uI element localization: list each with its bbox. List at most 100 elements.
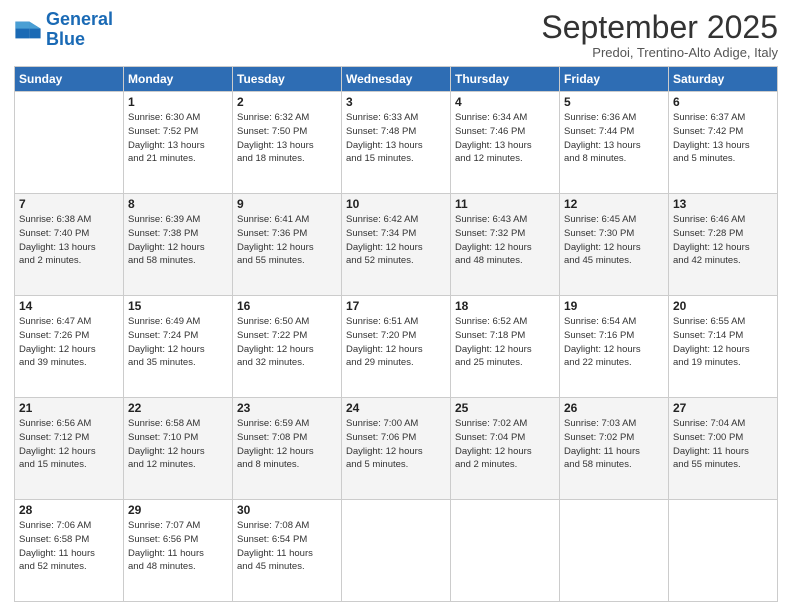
- location: Predoi, Trentino-Alto Adige, Italy: [541, 45, 778, 60]
- calendar-cell-w5-d5: [451, 500, 560, 602]
- header-wednesday: Wednesday: [342, 67, 451, 92]
- day-info-line: Sunrise: 6:42 AM: [346, 213, 446, 227]
- calendar-cell-w1-d1: [15, 92, 124, 194]
- day-info: Sunrise: 6:37 AMSunset: 7:42 PMDaylight:…: [673, 111, 773, 166]
- week-row-4: 21Sunrise: 6:56 AMSunset: 7:12 PMDayligh…: [15, 398, 778, 500]
- day-info: Sunrise: 6:43 AMSunset: 7:32 PMDaylight:…: [455, 213, 555, 268]
- day-number: 2: [237, 95, 337, 109]
- calendar-cell-w5-d6: [560, 500, 669, 602]
- day-info-line: and 12 minutes.: [455, 152, 555, 166]
- day-info-line: Daylight: 12 hours: [673, 343, 773, 357]
- day-info: Sunrise: 6:39 AMSunset: 7:38 PMDaylight:…: [128, 213, 228, 268]
- day-info-line: and 48 minutes.: [128, 560, 228, 574]
- logo-text: General Blue: [46, 10, 113, 50]
- day-info-line: Sunset: 7:10 PM: [128, 431, 228, 445]
- calendar-cell-w3-d5: 18Sunrise: 6:52 AMSunset: 7:18 PMDayligh…: [451, 296, 560, 398]
- calendar-cell-w5-d3: 30Sunrise: 7:08 AMSunset: 6:54 PMDayligh…: [233, 500, 342, 602]
- logo-general: General: [46, 9, 113, 29]
- day-info-line: and 19 minutes.: [673, 356, 773, 370]
- calendar-cell-w1-d2: 1Sunrise: 6:30 AMSunset: 7:52 PMDaylight…: [124, 92, 233, 194]
- day-info: Sunrise: 6:38 AMSunset: 7:40 PMDaylight:…: [19, 213, 119, 268]
- day-info-line: Sunset: 7:08 PM: [237, 431, 337, 445]
- day-info-line: and 35 minutes.: [128, 356, 228, 370]
- page: General Blue September 2025 Predoi, Tren…: [0, 0, 792, 612]
- calendar-cell-w5-d4: [342, 500, 451, 602]
- day-info: Sunrise: 6:54 AMSunset: 7:16 PMDaylight:…: [564, 315, 664, 370]
- day-number: 29: [128, 503, 228, 517]
- calendar-cell-w4-d3: 23Sunrise: 6:59 AMSunset: 7:08 PMDayligh…: [233, 398, 342, 500]
- logo-blue: Blue: [46, 29, 85, 49]
- day-info-line: Sunrise: 7:07 AM: [128, 519, 228, 533]
- day-info-line: Sunset: 7:52 PM: [128, 125, 228, 139]
- day-info-line: Sunrise: 6:37 AM: [673, 111, 773, 125]
- day-info: Sunrise: 6:41 AMSunset: 7:36 PMDaylight:…: [237, 213, 337, 268]
- day-info-line: Sunrise: 7:03 AM: [564, 417, 664, 431]
- day-info-line: and 8 minutes.: [237, 458, 337, 472]
- day-info-line: Daylight: 12 hours: [19, 343, 119, 357]
- day-info: Sunrise: 7:02 AMSunset: 7:04 PMDaylight:…: [455, 417, 555, 472]
- day-info-line: Sunrise: 6:34 AM: [455, 111, 555, 125]
- day-info-line: Daylight: 12 hours: [237, 343, 337, 357]
- calendar-cell-w4-d6: 26Sunrise: 7:03 AMSunset: 7:02 PMDayligh…: [560, 398, 669, 500]
- day-info-line: Sunset: 7:50 PM: [237, 125, 337, 139]
- day-info-line: Sunrise: 6:56 AM: [19, 417, 119, 431]
- day-info-line: and 52 minutes.: [19, 560, 119, 574]
- calendar-cell-w5-d1: 28Sunrise: 7:06 AMSunset: 6:58 PMDayligh…: [15, 500, 124, 602]
- day-info: Sunrise: 6:32 AMSunset: 7:50 PMDaylight:…: [237, 111, 337, 166]
- day-info-line: and 45 minutes.: [564, 254, 664, 268]
- day-info: Sunrise: 6:45 AMSunset: 7:30 PMDaylight:…: [564, 213, 664, 268]
- day-info-line: Daylight: 11 hours: [564, 445, 664, 459]
- day-info-line: Sunset: 7:18 PM: [455, 329, 555, 343]
- day-info-line: Daylight: 12 hours: [346, 445, 446, 459]
- day-info-line: Sunset: 7:34 PM: [346, 227, 446, 241]
- day-info: Sunrise: 6:49 AMSunset: 7:24 PMDaylight:…: [128, 315, 228, 370]
- day-info-line: Sunset: 7:48 PM: [346, 125, 446, 139]
- day-info: Sunrise: 6:51 AMSunset: 7:20 PMDaylight:…: [346, 315, 446, 370]
- day-info-line: Daylight: 12 hours: [237, 445, 337, 459]
- days-header-row: Sunday Monday Tuesday Wednesday Thursday…: [15, 67, 778, 92]
- day-number: 30: [237, 503, 337, 517]
- day-number: 5: [564, 95, 664, 109]
- header-tuesday: Tuesday: [233, 67, 342, 92]
- day-info-line: Daylight: 13 hours: [19, 241, 119, 255]
- day-number: 25: [455, 401, 555, 415]
- day-number: 21: [19, 401, 119, 415]
- day-number: 23: [237, 401, 337, 415]
- day-info-line: Daylight: 13 hours: [237, 139, 337, 153]
- calendar-cell-w1-d3: 2 Sunrise: 6:32 AMSunset: 7:50 PMDaylight…: [233, 92, 342, 194]
- day-info-line: and 39 minutes.: [19, 356, 119, 370]
- day-number: 19: [564, 299, 664, 313]
- day-info-line: Daylight: 12 hours: [455, 343, 555, 357]
- day-info-line: and 55 minutes.: [673, 458, 773, 472]
- day-info-line: Daylight: 12 hours: [455, 241, 555, 255]
- day-number: 4: [455, 95, 555, 109]
- day-info: Sunrise: 6:34 AMSunset: 7:46 PMDaylight:…: [455, 111, 555, 166]
- day-info: Sunrise: 7:04 AMSunset: 7:00 PMDaylight:…: [673, 417, 773, 472]
- day-number: 16: [237, 299, 337, 313]
- calendar-cell-w4-d7: 27Sunrise: 7:04 AMSunset: 7:00 PMDayligh…: [669, 398, 778, 500]
- day-info: Sunrise: 6:55 AMSunset: 7:14 PMDaylight:…: [673, 315, 773, 370]
- calendar-cell-w3-d3: 16Sunrise: 6:50 AMSunset: 7:22 PMDayligh…: [233, 296, 342, 398]
- day-info-line: Daylight: 13 hours: [455, 139, 555, 153]
- day-info-line: and 5 minutes.: [346, 458, 446, 472]
- day-info: Sunrise: 6:42 AMSunset: 7:34 PMDaylight:…: [346, 213, 446, 268]
- day-info-line: Sunset: 7:28 PM: [673, 227, 773, 241]
- calendar-cell-w2-d6: 12Sunrise: 6:45 AMSunset: 7:30 PMDayligh…: [560, 194, 669, 296]
- day-info-line: Sunrise: 7:04 AM: [673, 417, 773, 431]
- day-info-line: and 15 minutes.: [19, 458, 119, 472]
- day-info: Sunrise: 6:58 AMSunset: 7:10 PMDaylight:…: [128, 417, 228, 472]
- calendar-cell-w5-d2: 29Sunrise: 7:07 AMSunset: 6:56 PMDayligh…: [124, 500, 233, 602]
- day-info-line: Daylight: 12 hours: [128, 343, 228, 357]
- header-thursday: Thursday: [451, 67, 560, 92]
- day-info-line: Sunrise: 6:50 AM: [237, 315, 337, 329]
- day-number: 6: [673, 95, 773, 109]
- day-number: 1: [128, 95, 228, 109]
- day-number: 17: [346, 299, 446, 313]
- day-number: 18: [455, 299, 555, 313]
- day-info-line: and 29 minutes.: [346, 356, 446, 370]
- calendar-cell-w1-d7: 6 Sunrise: 6:37 AMSunset: 7:42 PMDaylight…: [669, 92, 778, 194]
- day-info-line: Sunset: 7:26 PM: [19, 329, 119, 343]
- header-monday: Monday: [124, 67, 233, 92]
- header-friday: Friday: [560, 67, 669, 92]
- day-info-line: Sunrise: 6:51 AM: [346, 315, 446, 329]
